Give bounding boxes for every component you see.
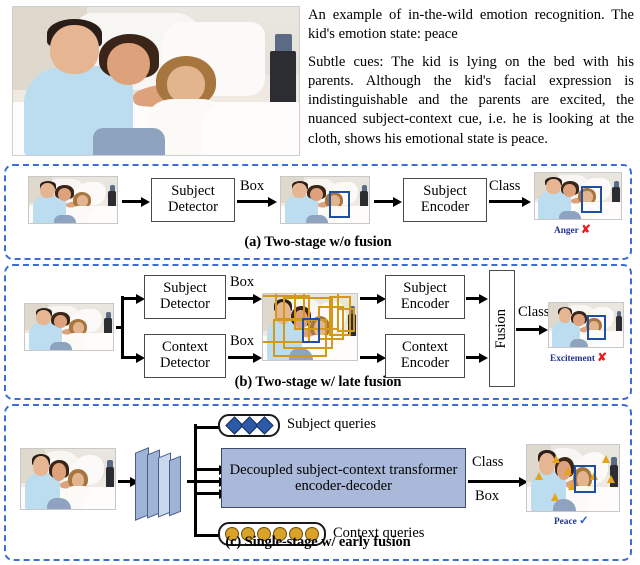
figure-header: An example of in-the-wild emotion recogn… xyxy=(0,0,640,162)
context-marker-triangle-icon xyxy=(535,472,543,480)
panel-a-subject-encoder-line2: Encoder xyxy=(420,199,470,215)
panel-b-subject-detector: Subject Detector xyxy=(144,275,226,319)
panel-b-context-detector-line2: Detector xyxy=(160,355,210,371)
panel-b-wrong-icon: ✘ xyxy=(597,352,607,364)
panel-c-transformer-line1: Decoupled subject-context transformer xyxy=(229,461,458,478)
panel-c-input-photo xyxy=(20,448,116,510)
context-marker-triangle-icon xyxy=(552,455,560,463)
panel-a-subject-detector: Subject Detector xyxy=(151,178,235,222)
panel-a-edge-label-class: Class xyxy=(489,178,521,194)
panel-b-context-detector: Context Detector xyxy=(144,334,226,378)
panel-b-caption: (b) Two-stage w/ late fusion xyxy=(234,374,402,390)
panel-two-stage-late-fusion: Subject Detector Context Detector Box Bo… xyxy=(4,264,632,400)
panel-b-subject-bbox xyxy=(302,318,320,343)
panel-a-subject-encoder-line1: Subject xyxy=(423,183,467,200)
caption-paragraph-2: Subtle cues: The kid is lying on the bed… xyxy=(308,53,634,147)
panel-b-subject-encoder: Subject Encoder xyxy=(385,275,465,319)
context-marker-triangle-icon xyxy=(551,493,559,501)
panel-b-prediction-label: Excitement xyxy=(550,354,595,364)
panel-b-input-photo xyxy=(24,303,114,351)
context-marker-triangle-icon xyxy=(602,455,610,463)
subject-query-diamond-icon xyxy=(254,416,274,435)
panel-two-stage-wo-fusion: Subject Detector Box Subject Encoder Cla… xyxy=(4,164,632,260)
hero-photo xyxy=(12,6,300,156)
panel-c-edge-label-box: Box xyxy=(475,488,500,504)
panel-b-prediction: Excitement ✘ xyxy=(550,350,607,364)
panel-c-correct-icon: ✓ xyxy=(579,515,589,527)
panel-c-output-photo xyxy=(526,444,620,512)
panel-a-edge-label-box: Box xyxy=(240,178,265,194)
panel-a-detected-photo xyxy=(280,176,370,224)
panel-b-subject-detector-line2: Detector xyxy=(160,296,210,312)
panel-b-fusion-label: Fusion xyxy=(493,308,510,349)
figure-root: An example of in-the-wild emotion recogn… xyxy=(0,0,640,565)
panel-b-context-encoder: Context Encoder xyxy=(385,334,465,378)
panel-a-subject-encoder: Subject Encoder xyxy=(403,178,487,222)
panel-b-edge-label-box-2: Box xyxy=(230,333,255,349)
panel-b-subject-detector-line1: Subject xyxy=(163,280,207,297)
caption-paragraph-1: An example of in-the-wild emotion recogn… xyxy=(308,7,634,43)
panel-c-subject-queries-pill xyxy=(218,414,280,437)
panel-a-subject-detector-line1: Subject xyxy=(171,183,215,200)
panel-single-stage-early-fusion: Subject queries Decoupled subject-contex… xyxy=(4,404,632,561)
figure-caption-text: An example of in-the-wild emotion recogn… xyxy=(308,6,634,157)
panel-b-multibox-photo xyxy=(262,293,358,361)
panel-b-context-bbox-7 xyxy=(337,308,355,332)
panel-a-subject-bbox xyxy=(329,191,350,218)
panel-c-prediction: Peace ✓ xyxy=(554,513,589,527)
panel-b-output-bbox xyxy=(587,315,606,340)
panel-c-transformer-line2: encoder-decoder xyxy=(295,478,392,494)
panel-c-transformer-block: Decoupled subject-context transformer en… xyxy=(221,448,466,508)
panel-c-cnn-backbone-icon xyxy=(135,442,189,524)
context-marker-triangle-icon xyxy=(607,475,615,483)
panel-b-output-photo xyxy=(548,302,624,348)
panel-a-input-photo xyxy=(28,176,118,224)
panel-c-subject-queries-label: Subject queries xyxy=(287,416,376,432)
panel-a-output-bbox xyxy=(581,186,602,213)
panel-a-subject-detector-line2: Detector xyxy=(168,199,218,215)
panel-c-caption: (c) Single-stage w/ early fusion xyxy=(225,534,411,550)
panel-a-caption: (a) Two-stage w/o fusion xyxy=(244,234,392,250)
panel-b-edge-label-class: Class xyxy=(518,304,550,320)
panel-b-context-encoder-line2: Encoder xyxy=(400,355,450,371)
panel-b-context-detector-line1: Context xyxy=(162,339,208,356)
panel-b-subject-encoder-line2: Encoder xyxy=(400,296,450,312)
panel-c-edge-label-class: Class xyxy=(472,454,504,470)
context-marker-triangle-icon xyxy=(564,467,572,475)
panel-a-output-photo xyxy=(534,172,622,220)
panel-c-prediction-label: Peace xyxy=(554,517,577,527)
panel-b-fusion-block: Fusion xyxy=(489,270,515,387)
panel-b-edge-label-box-1: Box xyxy=(230,274,255,290)
panel-b-context-encoder-line1: Context xyxy=(402,339,448,356)
panel-b-subject-encoder-line1: Subject xyxy=(403,280,447,297)
panel-c-subject-bbox xyxy=(574,465,596,493)
